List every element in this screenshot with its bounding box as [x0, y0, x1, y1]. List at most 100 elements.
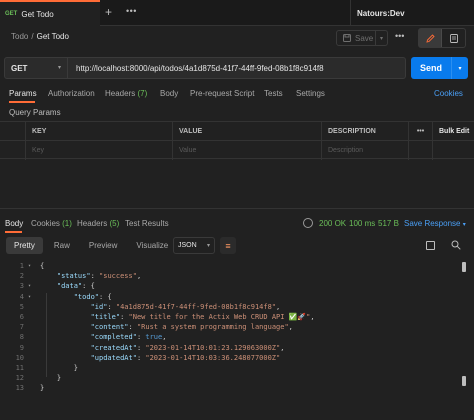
save-button[interactable]: Save ▾ [336, 30, 388, 46]
description-input[interactable]: Description [321, 141, 408, 160]
tab-get-todo[interactable]: GET Get Todo [0, 0, 100, 26]
tab-tests[interactable]: Tests [264, 89, 283, 98]
http-method-select[interactable]: GET ▾ [4, 57, 68, 79]
line-number: 9 [19, 343, 24, 352]
response-tab-test-results[interactable]: Test Results [125, 219, 169, 228]
pencil-icon[interactable] [419, 29, 443, 47]
line-number: 2 [19, 272, 24, 281]
save-button-label: Save [355, 33, 374, 43]
chevron-down-icon[interactable]: ▾ [375, 31, 387, 45]
code-line: "data": { [56, 282, 95, 291]
tab-more-icon[interactable]: ••• [126, 6, 137, 16]
code-line: "todo": { [73, 292, 112, 301]
search-icon[interactable] [451, 240, 461, 250]
view-pretty[interactable]: Pretty [6, 237, 43, 254]
tab-settings[interactable]: Settings [296, 89, 325, 98]
globe-icon[interactable] [303, 218, 313, 228]
view-preview[interactable]: Preview [81, 237, 125, 254]
http-method-value: GET [11, 63, 28, 73]
line-number: 4 [19, 292, 24, 301]
line-number: 5 [19, 302, 24, 311]
table-row: Key Value Description [0, 141, 474, 160]
more-actions-icon[interactable]: ••• [395, 31, 404, 41]
response-time[interactable]: 100 ms [349, 219, 375, 228]
query-params-title: Query Params [9, 108, 61, 117]
tab-authorization[interactable]: Authorization [48, 89, 95, 98]
line-number: 10 [15, 353, 24, 362]
line-number: 3 [19, 282, 24, 291]
format-select[interactable]: JSON ▾ [173, 237, 215, 254]
view-visualize[interactable]: Visualize [128, 237, 176, 254]
indent-guide [46, 293, 47, 377]
code-line: "createdAt": "2023-01-14T10:01:23.129063… [90, 343, 285, 352]
code-line: "id": "4a1d875d-41f7-44ff-9fed-08b1f8c91… [90, 302, 281, 311]
fold-chevron-icon[interactable]: ▾ [28, 263, 31, 269]
save-disk-icon [343, 34, 351, 42]
tab-pre-request-script[interactable]: Pre-request Script [190, 89, 254, 98]
response-tab-cookies[interactable]: Cookies (1) [31, 219, 72, 228]
breadcrumb-parent[interactable]: Todo [11, 32, 28, 41]
line-number: 6 [19, 313, 24, 321]
row-options [408, 141, 432, 160]
code-line: "content": "Rust a system programming la… [90, 323, 293, 332]
bulk-edit-button[interactable]: Bulk Edit [432, 122, 474, 141]
document-icon[interactable] [442, 29, 465, 47]
code-line: } [40, 374, 62, 383]
line-number: 12 [15, 374, 24, 383]
breadcrumb-current: Get Todo [36, 32, 69, 41]
chevron-down-icon: ▾ [462, 222, 466, 228]
chevron-down-icon[interactable]: ▾ [451, 57, 468, 79]
send-button[interactable]: Send ▾ [411, 57, 468, 79]
active-tab-indicator [9, 101, 35, 103]
column-options-icon[interactable]: ••• [408, 122, 432, 141]
status-badge[interactable]: 200 OK [319, 219, 346, 228]
save-response-button[interactable]: Save Response ▾ [404, 219, 466, 228]
line-number: 8 [19, 333, 24, 342]
response-tab-body[interactable]: Body [5, 219, 23, 228]
line-number: 1 [19, 262, 24, 270]
column-value: VALUE [172, 122, 321, 141]
response-tab-headers[interactable]: Headers (5) [77, 219, 119, 228]
params-table: KEY VALUE DESCRIPTION ••• Bulk Edit Key … [0, 121, 474, 160]
response-body-code[interactable]: 1 ▾{2 "status": "success", 3 ▾ "data": {4 ▾ … [0, 260, 466, 393]
active-response-tab-indicator [5, 231, 22, 233]
line-number: 11 [15, 364, 24, 372]
tab-body[interactable]: Body [160, 89, 178, 98]
send-button-label: Send [419, 63, 442, 73]
fold-chevron-icon[interactable]: ▾ [28, 283, 31, 289]
response-divider[interactable] [0, 208, 474, 209]
code-line: "title": "New title for the Actix Web CR… [90, 313, 315, 321]
value-input[interactable]: Value [172, 141, 321, 160]
row-checkbox [0, 141, 25, 160]
chevron-down-icon: ▾ [57, 65, 61, 71]
tab-params[interactable]: Params [9, 89, 37, 98]
cookies-link[interactable]: Cookies [434, 89, 463, 98]
checkbox-column [0, 122, 25, 141]
scrollbar-down[interactable] [462, 376, 466, 386]
code-line: "status": "success", [56, 272, 142, 281]
tab-headers[interactable]: Headers (7) [105, 89, 147, 98]
copy-icon[interactable] [426, 241, 435, 250]
scrollbar-up[interactable] [462, 262, 466, 272]
tab-title: Get Todo [21, 9, 54, 19]
code-line: { [40, 262, 45, 270]
view-mode-toggle[interactable] [418, 28, 466, 48]
environment-select[interactable]: Natours:Dev [350, 0, 474, 26]
wrap-lines-icon[interactable]: ≡ [220, 237, 236, 254]
line-number: 7 [19, 323, 24, 332]
response-view-group: Pretty Raw Preview Visualize [6, 237, 168, 254]
response-size[interactable]: 517 B [378, 219, 399, 228]
tab-method: GET [5, 11, 18, 17]
new-tab-plus-icon[interactable]: + [105, 6, 112, 18]
view-raw[interactable]: Raw [46, 237, 78, 254]
fold-chevron-icon[interactable]: ▾ [28, 294, 31, 300]
line-number: 13 [15, 384, 24, 393]
url-input[interactable]: http://localhost:8000/api/todos/4a1d875d… [68, 57, 406, 79]
code-line: "updatedAt": "2023-01-14T10:03:36.248077… [90, 353, 281, 362]
key-input[interactable]: Key [25, 141, 172, 160]
breadcrumb-separator: / [31, 32, 34, 41]
column-key: KEY [25, 122, 172, 141]
format-value: JSON [178, 242, 197, 249]
table-header-row: KEY VALUE DESCRIPTION ••• Bulk Edit [0, 122, 474, 141]
chevron-down-icon: ▾ [206, 243, 210, 249]
